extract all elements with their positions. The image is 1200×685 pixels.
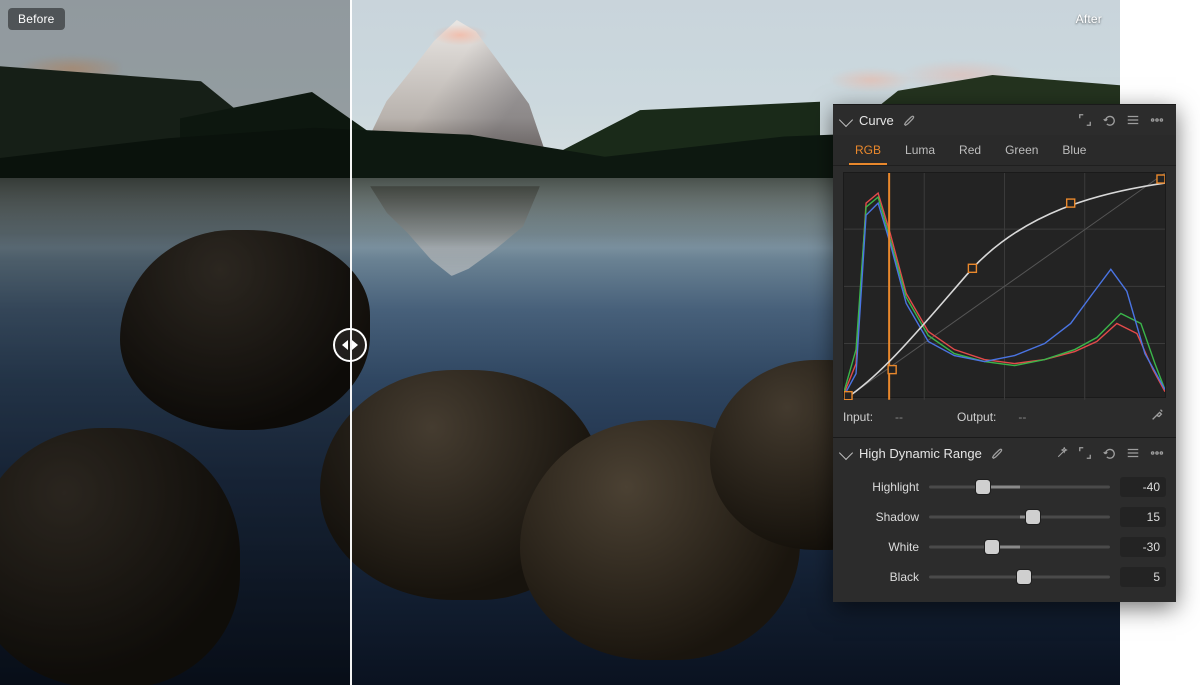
before-overlay xyxy=(0,0,350,685)
tab-red[interactable]: Red xyxy=(947,137,993,165)
slider-label: Highlight xyxy=(843,480,919,494)
tab-luma[interactable]: Luma xyxy=(893,137,947,165)
tab-rgb[interactable]: RGB xyxy=(843,137,893,165)
undo-icon[interactable] xyxy=(1100,444,1118,462)
more-icon[interactable] xyxy=(1148,444,1166,462)
tab-green[interactable]: Green xyxy=(993,137,1050,165)
output-value: -- xyxy=(1018,410,1026,424)
slider-value[interactable]: -40 xyxy=(1120,477,1166,497)
eyedropper-icon[interactable] xyxy=(1148,406,1166,427)
hdr-sliders: Highlight -40 Shadow 15 White xyxy=(833,468,1176,602)
slider-black: Black 5 xyxy=(843,562,1166,592)
input-value: -- xyxy=(895,410,903,424)
curve-panel-title: Curve xyxy=(859,113,894,128)
curve-editor[interactable] xyxy=(843,172,1166,398)
undo-icon[interactable] xyxy=(1100,111,1118,129)
after-badge: After xyxy=(1066,8,1112,30)
more-icon[interactable] xyxy=(1148,111,1166,129)
brush-icon[interactable] xyxy=(900,111,918,129)
curve-panel: Curve RGB Luma Red Green Blue xyxy=(833,104,1176,437)
compare-split-handle[interactable] xyxy=(333,328,367,362)
slider-label: Shadow xyxy=(843,510,919,524)
slider-label: White xyxy=(843,540,919,554)
lines-icon[interactable] xyxy=(1124,111,1142,129)
lines-icon[interactable] xyxy=(1124,444,1142,462)
slider-track[interactable] xyxy=(929,569,1110,585)
slider-white: White -30 xyxy=(843,532,1166,562)
tab-blue[interactable]: Blue xyxy=(1050,137,1098,165)
expand-icon[interactable] xyxy=(1076,111,1094,129)
hdr-panel-title: High Dynamic Range xyxy=(859,446,982,461)
brush-icon[interactable] xyxy=(988,444,1006,462)
slider-label: Black xyxy=(843,570,919,584)
chevron-down-icon xyxy=(839,113,853,127)
chevron-down-icon xyxy=(839,446,853,460)
curve-panel-header[interactable]: Curve xyxy=(833,105,1176,135)
slider-track[interactable] xyxy=(929,509,1110,525)
hdr-panel: High Dynamic Range Hig xyxy=(833,437,1176,602)
before-badge: Before xyxy=(8,8,65,30)
adjustment-panels: Curve RGB Luma Red Green Blue xyxy=(833,104,1176,602)
output-label: Output: xyxy=(957,410,996,424)
slider-value[interactable]: -30 xyxy=(1120,537,1166,557)
hdr-panel-header[interactable]: High Dynamic Range xyxy=(833,438,1176,468)
curve-io-readout: Input: -- Output: -- xyxy=(833,400,1176,437)
slider-shadow: Shadow 15 xyxy=(843,502,1166,532)
slider-highlight: Highlight -40 xyxy=(843,472,1166,502)
slider-value[interactable]: 15 xyxy=(1120,507,1166,527)
slider-track[interactable] xyxy=(929,479,1110,495)
curve-channel-tabs: RGB Luma Red Green Blue xyxy=(833,135,1176,166)
expand-icon[interactable] xyxy=(1076,444,1094,462)
magic-icon[interactable] xyxy=(1054,445,1070,461)
input-label: Input: xyxy=(843,410,873,424)
slider-value[interactable]: 5 xyxy=(1120,567,1166,587)
slider-track[interactable] xyxy=(929,539,1110,555)
